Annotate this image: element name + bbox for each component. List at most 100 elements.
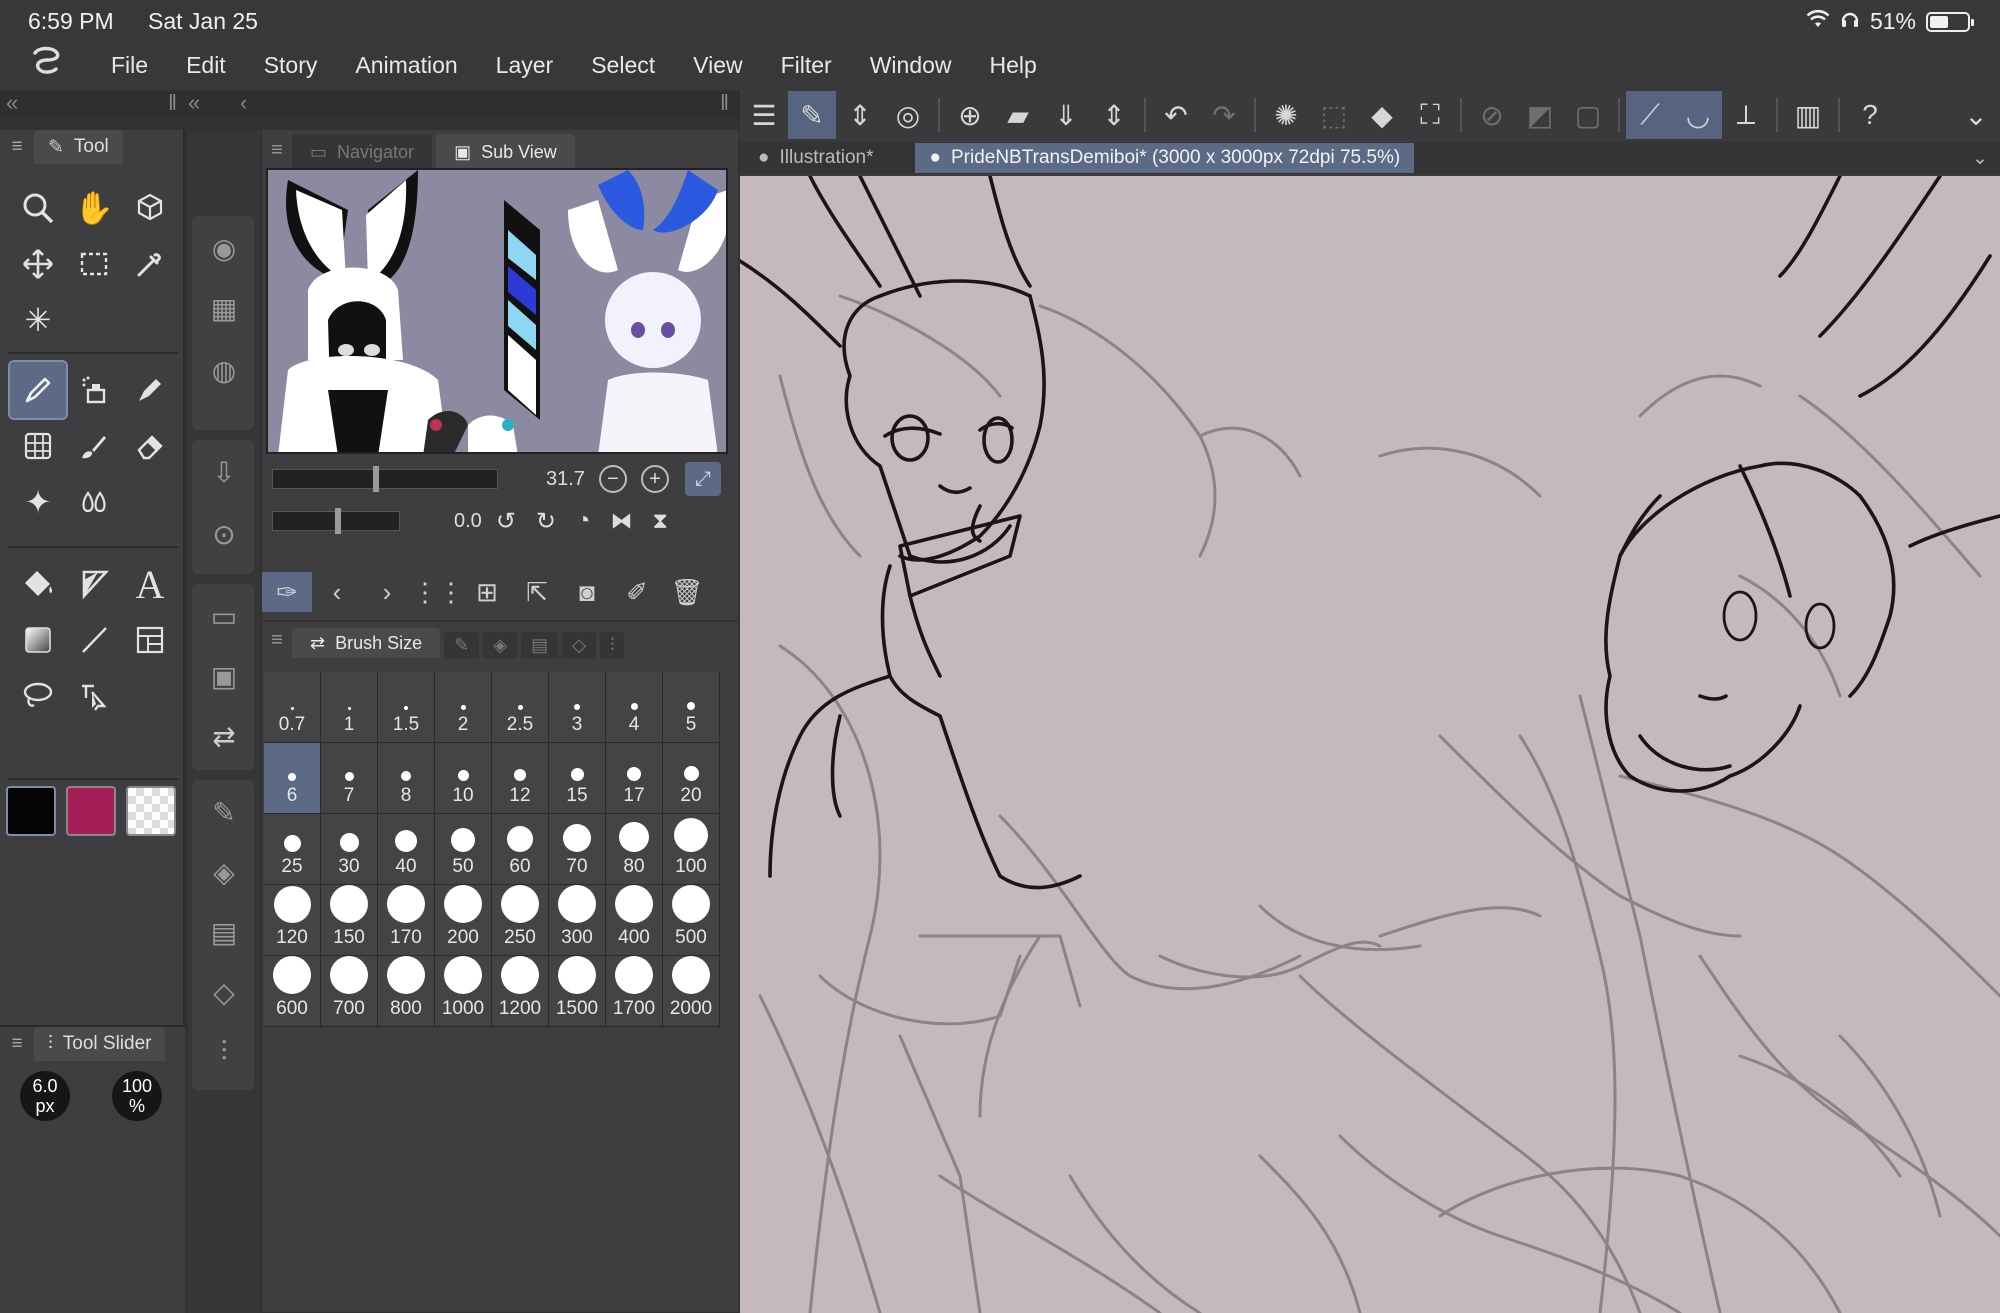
- rotate-left-icon[interactable]: ↺: [496, 507, 516, 536]
- figure-icon[interactable]: [66, 556, 122, 612]
- brush-size-option[interactable]: 60: [492, 814, 549, 885]
- brush-size-option[interactable]: 2: [435, 672, 492, 743]
- brush-size-option[interactable]: 25: [264, 814, 321, 885]
- invert-selection-icon[interactable]: ◩: [1516, 91, 1564, 139]
- brush-size-option[interactable]: 2.5: [492, 672, 549, 743]
- brush-size-option[interactable]: 500: [663, 885, 720, 956]
- mesh-icon[interactable]: [10, 418, 66, 474]
- next-image-icon[interactable]: ›: [362, 577, 412, 608]
- operation-icon[interactable]: [66, 668, 122, 724]
- modify-icon[interactable]: ✎: [788, 91, 836, 139]
- zoom-slider[interactable]: [272, 466, 498, 492]
- sub-view-reference-image[interactable]: [266, 168, 728, 454]
- sub-view-icon[interactable]: ▣: [202, 654, 246, 698]
- brush-size-icon[interactable]: ⇄: [202, 714, 246, 758]
- loading-icon[interactable]: ✺: [1262, 91, 1310, 139]
- brush-size-option[interactable]: 200: [435, 885, 492, 956]
- transparent-color-swatch[interactable]: [126, 786, 176, 836]
- menu-animation[interactable]: Animation: [336, 52, 476, 79]
- zoom-icon[interactable]: [10, 180, 66, 236]
- edge-keyboard-icon[interactable]: ▥: [1784, 91, 1832, 139]
- undo-icon[interactable]: ↶: [1152, 91, 1200, 139]
- menu-file[interactable]: File: [92, 52, 167, 79]
- previous-image-icon[interactable]: ‹: [312, 577, 362, 608]
- opacity-slider[interactable]: 100 %: [112, 1071, 162, 1121]
- eyedropper-icon[interactable]: [122, 236, 178, 292]
- selection-icon[interactable]: ⬚: [1310, 91, 1358, 139]
- brush-size-option[interactable]: 17: [606, 743, 663, 814]
- brush-size-option[interactable]: 100: [663, 814, 720, 885]
- blend-icon[interactable]: [66, 474, 122, 530]
- tab-timeline[interactable]: ▤: [521, 632, 559, 658]
- hand-icon[interactable]: ✋: [66, 180, 122, 236]
- tab-brush-size[interactable]: ⇄ Brush Size: [292, 628, 441, 658]
- tab-pridenbtransdemiboi[interactable]: ● PrideNBTransDemiboi* (3000 x 3000px 72…: [915, 143, 1415, 173]
- tab-tool-slider[interactable]: ⫶ Tool Slider: [34, 1027, 166, 1061]
- expand-icon[interactable]: ⇕: [836, 91, 884, 139]
- panel-menu-icon[interactable]: ≡: [0, 136, 34, 158]
- stabilizer-icon[interactable]: ⟋: [1626, 91, 1674, 139]
- color-wheel-icon[interactable]: ◉: [202, 226, 246, 270]
- edit-image-icon[interactable]: ✐: [612, 577, 662, 608]
- brush-size-option[interactable]: 170: [378, 885, 435, 956]
- new-file-icon[interactable]: ⊕: [946, 91, 994, 139]
- brush-size-option[interactable]: 5: [663, 672, 720, 743]
- tab-navigator[interactable]: ▭ Navigator: [292, 134, 433, 170]
- brush-size-slider[interactable]: 6.0 px: [20, 1071, 70, 1121]
- brush-size-option[interactable]: 1.5: [378, 672, 435, 743]
- lasso-icon[interactable]: [10, 668, 66, 724]
- brush-size-option[interactable]: 20: [663, 743, 720, 814]
- line-icon[interactable]: [66, 612, 122, 668]
- zoom-in-button[interactable]: +: [640, 465, 669, 493]
- tab-sub-view[interactable]: ▣ Sub View: [436, 134, 575, 170]
- brush-size-option[interactable]: 120: [264, 885, 321, 956]
- collapse-chevron-icon[interactable]: ‹: [240, 90, 247, 116]
- delete-icon[interactable]: 🗑: [662, 577, 712, 608]
- rotate-3d-icon[interactable]: [122, 180, 178, 236]
- eyedropper-icon[interactable]: ✑: [262, 572, 312, 612]
- brush-size-option[interactable]: 1700: [606, 956, 663, 1027]
- menu-window[interactable]: Window: [851, 52, 971, 79]
- brush-size-option[interactable]: 40: [378, 814, 435, 885]
- menu-select[interactable]: Select: [572, 52, 674, 79]
- text-icon[interactable]: A: [122, 556, 178, 612]
- panel-menu-icon[interactable]: ≡: [262, 629, 292, 652]
- brush-size-option[interactable]: 0.7: [264, 672, 321, 743]
- fill-icon[interactable]: [10, 556, 66, 612]
- tab-tool-property[interactable]: ✎: [444, 632, 480, 658]
- main-color-swatch[interactable]: [6, 786, 56, 836]
- menu-filter[interactable]: Filter: [762, 52, 851, 79]
- spiral-icon[interactable]: ◎: [884, 91, 932, 139]
- sub-color-swatch[interactable]: [66, 786, 116, 836]
- brush-size-option[interactable]: 12: [492, 743, 549, 814]
- tab-tool-slider[interactable]: ⫶: [599, 632, 625, 658]
- tab-layer-property[interactable]: ◇: [562, 632, 596, 658]
- rotate-slider[interactable]: [272, 508, 400, 534]
- tool-property-icon[interactable]: ✎: [202, 790, 246, 834]
- layer-property-icon[interactable]: ◇: [202, 970, 246, 1014]
- marquee-icon[interactable]: [66, 236, 122, 292]
- brush-size-option[interactable]: 400: [606, 885, 663, 956]
- chevron-down-icon[interactable]: ⌄: [1952, 91, 2000, 139]
- auto-action-icon[interactable]: ✳: [10, 292, 66, 348]
- menu-view[interactable]: View: [674, 52, 761, 79]
- drawing-canvas[interactable]: [740, 176, 2000, 1313]
- brush-size-option[interactable]: 250: [492, 885, 549, 956]
- brush-size-option[interactable]: 2000: [663, 956, 720, 1027]
- dock-grip-icon[interactable]: ‖: [168, 90, 177, 116]
- brush-size-option[interactable]: 70: [549, 814, 606, 885]
- gradient-icon[interactable]: [10, 612, 66, 668]
- ruler-icon[interactable]: ⟂: [1722, 91, 1770, 139]
- brush-size-option[interactable]: 1500: [549, 956, 606, 1027]
- dock-grip-right-icon[interactable]: ‖: [720, 90, 729, 116]
- airbrush-icon[interactable]: [66, 362, 122, 418]
- tab-layer[interactable]: ◈: [483, 632, 518, 658]
- brush-icon[interactable]: [66, 418, 122, 474]
- brush-size-option[interactable]: 6: [264, 743, 321, 814]
- brush-size-option[interactable]: 700: [321, 956, 378, 1027]
- save-icon[interactable]: ⇓: [1042, 91, 1090, 139]
- eraser-icon[interactable]: [122, 418, 178, 474]
- brush-size-option[interactable]: 3: [549, 672, 606, 743]
- reset-rotation-icon[interactable]: ◔: [576, 507, 591, 535]
- brush-size-option[interactable]: 10: [435, 743, 492, 814]
